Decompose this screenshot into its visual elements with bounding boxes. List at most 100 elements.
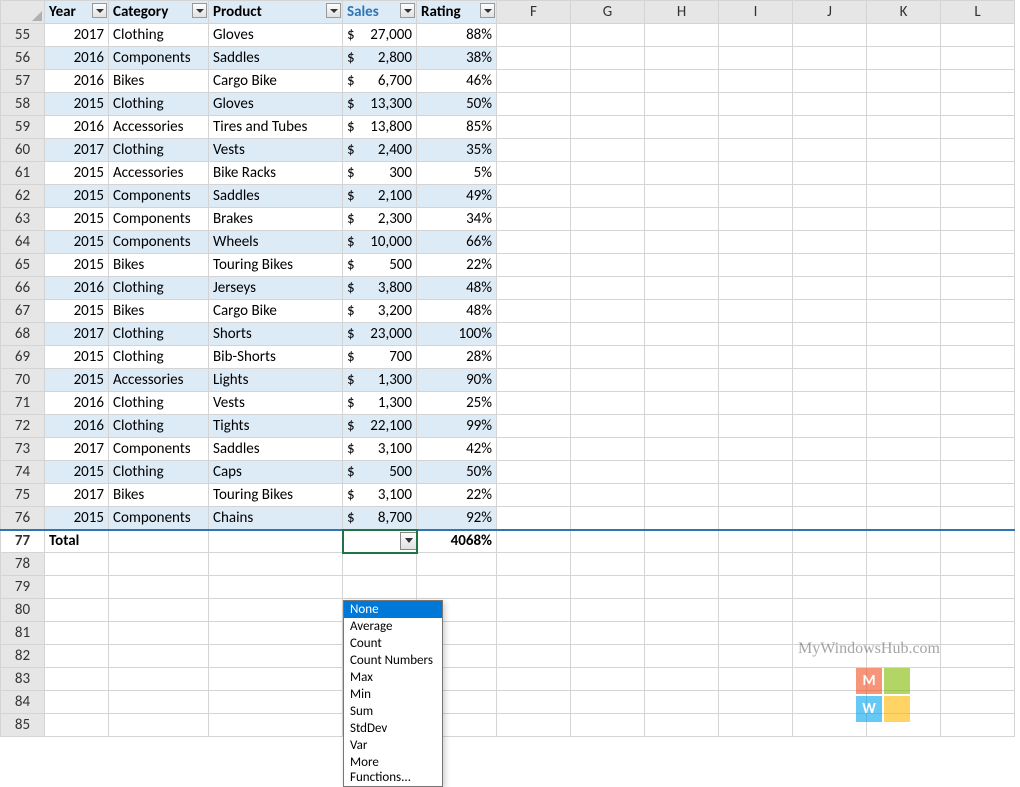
row-number-head[interactable]: 68 (1, 323, 45, 346)
cell[interactable] (209, 645, 343, 668)
cell[interactable] (645, 300, 719, 323)
cell[interactable] (719, 300, 793, 323)
row-number-head[interactable]: 82 (1, 645, 45, 668)
cell[interactable]: Gloves (209, 93, 343, 116)
cell[interactable]: Components (109, 185, 209, 208)
column-header-year[interactable]: Year (45, 1, 109, 24)
row-number-head[interactable]: 83 (1, 668, 45, 691)
row-number-head[interactable]: 67 (1, 300, 45, 323)
cell[interactable]: 2017 (45, 438, 109, 461)
cell[interactable] (867, 622, 941, 645)
cell[interactable]: Jerseys (209, 277, 343, 300)
cell[interactable]: 92% (417, 507, 497, 530)
cell[interactable]: $10,000 (343, 231, 417, 254)
cell[interactable] (867, 162, 941, 185)
cell[interactable] (497, 116, 571, 139)
cell[interactable]: Clothing (109, 93, 209, 116)
cell[interactable] (645, 691, 719, 714)
cell[interactable] (571, 162, 645, 185)
column-letter-head[interactable]: K (867, 1, 941, 24)
cell[interactable] (941, 530, 1015, 553)
row-number-head[interactable]: 81 (1, 622, 45, 645)
dropdown-item[interactable]: Min (344, 686, 442, 703)
cell[interactable]: 2017 (45, 323, 109, 346)
cell[interactable]: Components (109, 208, 209, 231)
cell[interactable] (867, 576, 941, 599)
cell[interactable] (497, 484, 571, 507)
cell[interactable] (719, 116, 793, 139)
cell[interactable] (571, 438, 645, 461)
cell[interactable] (793, 254, 867, 277)
cell[interactable] (645, 369, 719, 392)
cell[interactable] (497, 438, 571, 461)
cell[interactable]: Saddles (209, 438, 343, 461)
column-header-rating[interactable]: Rating (417, 1, 497, 24)
cell[interactable]: Clothing (109, 323, 209, 346)
cell[interactable] (45, 691, 109, 714)
cell[interactable]: 2016 (45, 116, 109, 139)
dropdown-item[interactable]: Var (344, 737, 442, 754)
cell[interactable] (45, 714, 109, 737)
totals-rating-cell[interactable]: 4068% (417, 530, 497, 553)
cell[interactable] (109, 714, 209, 737)
cell[interactable] (571, 47, 645, 70)
cell[interactable] (497, 47, 571, 70)
cell[interactable] (497, 622, 571, 645)
cell[interactable] (497, 277, 571, 300)
cell[interactable] (793, 346, 867, 369)
row-number-head[interactable]: 73 (1, 438, 45, 461)
cell[interactable]: 66% (417, 231, 497, 254)
row-number-head[interactable]: 66 (1, 277, 45, 300)
cell[interactable] (109, 599, 209, 622)
cell[interactable]: 5% (417, 162, 497, 185)
cell[interactable] (571, 714, 645, 737)
cell[interactable] (571, 622, 645, 645)
cell[interactable]: Brakes (209, 208, 343, 231)
cell[interactable] (497, 24, 571, 47)
cell[interactable]: 2015 (45, 507, 109, 530)
cell[interactable]: 2015 (45, 185, 109, 208)
cell[interactable]: Clothing (109, 346, 209, 369)
cell[interactable] (417, 553, 497, 576)
cell[interactable] (645, 323, 719, 346)
cell[interactable]: $1,300 (343, 369, 417, 392)
cell[interactable] (867, 369, 941, 392)
cell[interactable] (793, 93, 867, 116)
cell[interactable] (571, 346, 645, 369)
cell[interactable] (719, 714, 793, 737)
cell[interactable] (719, 461, 793, 484)
cell[interactable]: Tires and Tubes (209, 116, 343, 139)
cell[interactable]: Clothing (109, 392, 209, 415)
cell[interactable]: Chains (209, 507, 343, 530)
cell[interactable]: 50% (417, 93, 497, 116)
cell[interactable] (867, 645, 941, 668)
cell[interactable] (571, 576, 645, 599)
cell[interactable] (867, 346, 941, 369)
cell[interactable]: Tights (209, 415, 343, 438)
cell[interactable]: 42% (417, 438, 497, 461)
cell[interactable] (571, 231, 645, 254)
cell[interactable] (867, 668, 941, 691)
cell[interactable] (209, 553, 343, 576)
cell[interactable] (867, 714, 941, 737)
cell[interactable] (497, 185, 571, 208)
cell[interactable] (867, 231, 941, 254)
cell[interactable] (941, 369, 1015, 392)
cell[interactable] (941, 576, 1015, 599)
cell[interactable] (719, 47, 793, 70)
cell[interactable]: 35% (417, 139, 497, 162)
cell[interactable] (793, 576, 867, 599)
cell[interactable] (719, 484, 793, 507)
totals-dropdown-button[interactable] (400, 532, 417, 550)
cell[interactable] (941, 116, 1015, 139)
cell[interactable] (867, 415, 941, 438)
cell[interactable]: 2015 (45, 254, 109, 277)
cell[interactable] (571, 507, 645, 530)
cell[interactable] (497, 668, 571, 691)
row-number-head[interactable]: 55 (1, 24, 45, 47)
row-number-head[interactable]: 79 (1, 576, 45, 599)
row-number-head[interactable]: 65 (1, 254, 45, 277)
cell[interactable] (645, 461, 719, 484)
cell[interactable]: 46% (417, 70, 497, 93)
cell[interactable] (867, 599, 941, 622)
